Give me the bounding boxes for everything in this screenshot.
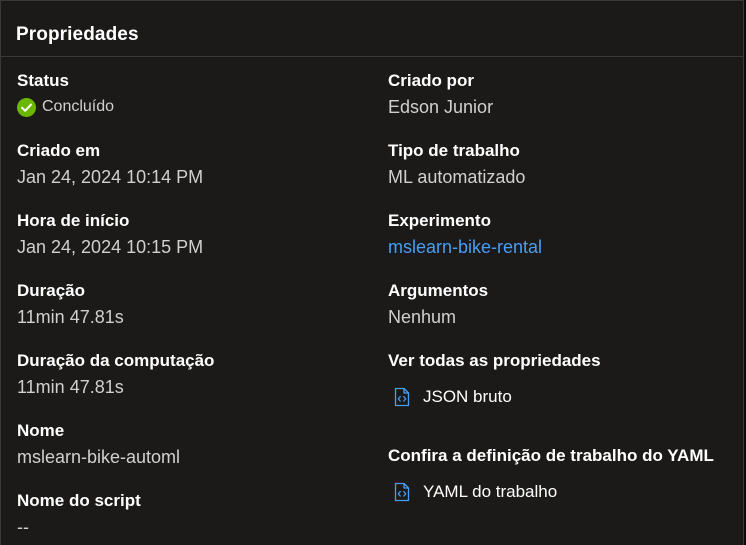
code-file-icon bbox=[394, 387, 410, 407]
status-row: Concluído bbox=[17, 95, 114, 119]
created-on-value: Jan 24, 2024 10:14 PM bbox=[17, 167, 204, 187]
start-time-value: Jan 24, 2024 10:15 PM bbox=[17, 237, 204, 257]
created-on-property: Criado em Jan 24, 2024 10:14 PM bbox=[17, 140, 203, 189]
experiment-property: Experimento mslearn-bike-rental bbox=[388, 210, 542, 259]
job-yaml-link[interactable]: YAML do trabalho bbox=[394, 480, 714, 504]
arguments-label: Argumentos bbox=[388, 281, 489, 300]
created-by-label: Criado por bbox=[388, 71, 474, 90]
script-name-label: Nome do script bbox=[17, 491, 141, 510]
all-properties-label: Ver todas as propriedades bbox=[388, 351, 601, 370]
start-time-property: Hora de início Jan 24, 2024 10:15 PM bbox=[17, 210, 203, 259]
job-yaml-link-text[interactable]: YAML do trabalho bbox=[423, 481, 557, 503]
duration-value: 11min 47.81s bbox=[17, 307, 124, 327]
properties-panel: Propriedades Status Concluído Criado em … bbox=[0, 0, 744, 545]
duration-label: Duração bbox=[17, 281, 86, 300]
code-file-icon bbox=[394, 482, 410, 502]
script-name-property: Nome do script -- bbox=[17, 490, 141, 539]
raw-json-link-text[interactable]: JSON bruto bbox=[423, 386, 512, 408]
raw-json-link[interactable]: JSON bruto bbox=[394, 385, 601, 409]
job-type-property: Tipo de trabalho ML automatizado bbox=[388, 140, 525, 189]
created-on-label: Criado em bbox=[17, 141, 101, 160]
compute-duration-label: Duração da computação bbox=[17, 351, 215, 370]
panel-header: Propriedades bbox=[1, 1, 743, 57]
success-check-icon bbox=[17, 97, 36, 117]
experiment-label: Experimento bbox=[388, 211, 491, 230]
arguments-value: Nenhum bbox=[388, 307, 457, 327]
name-property: Nome mslearn-bike-automl bbox=[17, 420, 180, 469]
status-value: Concluído bbox=[42, 98, 115, 115]
yaml-definition-property: Confira a definição de trabalho do YAML … bbox=[388, 445, 714, 504]
panel-title: Propriedades bbox=[16, 24, 139, 45]
start-time-label: Hora de início bbox=[17, 211, 130, 230]
compute-duration-property: Duração da computação 11min 47.81s bbox=[17, 350, 214, 399]
status-label: Status bbox=[17, 71, 69, 90]
yaml-definition-label: Confira a definição de trabalho do YAML bbox=[388, 446, 714, 465]
job-type-value: ML automatizado bbox=[388, 167, 526, 187]
created-by-property: Criado por Edson Junior bbox=[388, 70, 493, 119]
compute-duration-value: 11min 47.81s bbox=[17, 377, 124, 397]
script-name-value: -- bbox=[17, 517, 29, 537]
job-type-label: Tipo de trabalho bbox=[388, 141, 520, 160]
experiment-link[interactable]: mslearn-bike-rental bbox=[388, 235, 542, 259]
arguments-property: Argumentos Nenhum bbox=[388, 280, 488, 329]
created-by-value: Edson Junior bbox=[388, 97, 494, 117]
duration-property: Duração 11min 47.81s bbox=[17, 280, 124, 329]
status-property: Status Concluído bbox=[17, 70, 114, 119]
all-properties-property: Ver todas as propriedades JSON bruto bbox=[388, 350, 601, 409]
name-label: Nome bbox=[17, 421, 65, 440]
name-value: mslearn-bike-automl bbox=[17, 447, 181, 467]
